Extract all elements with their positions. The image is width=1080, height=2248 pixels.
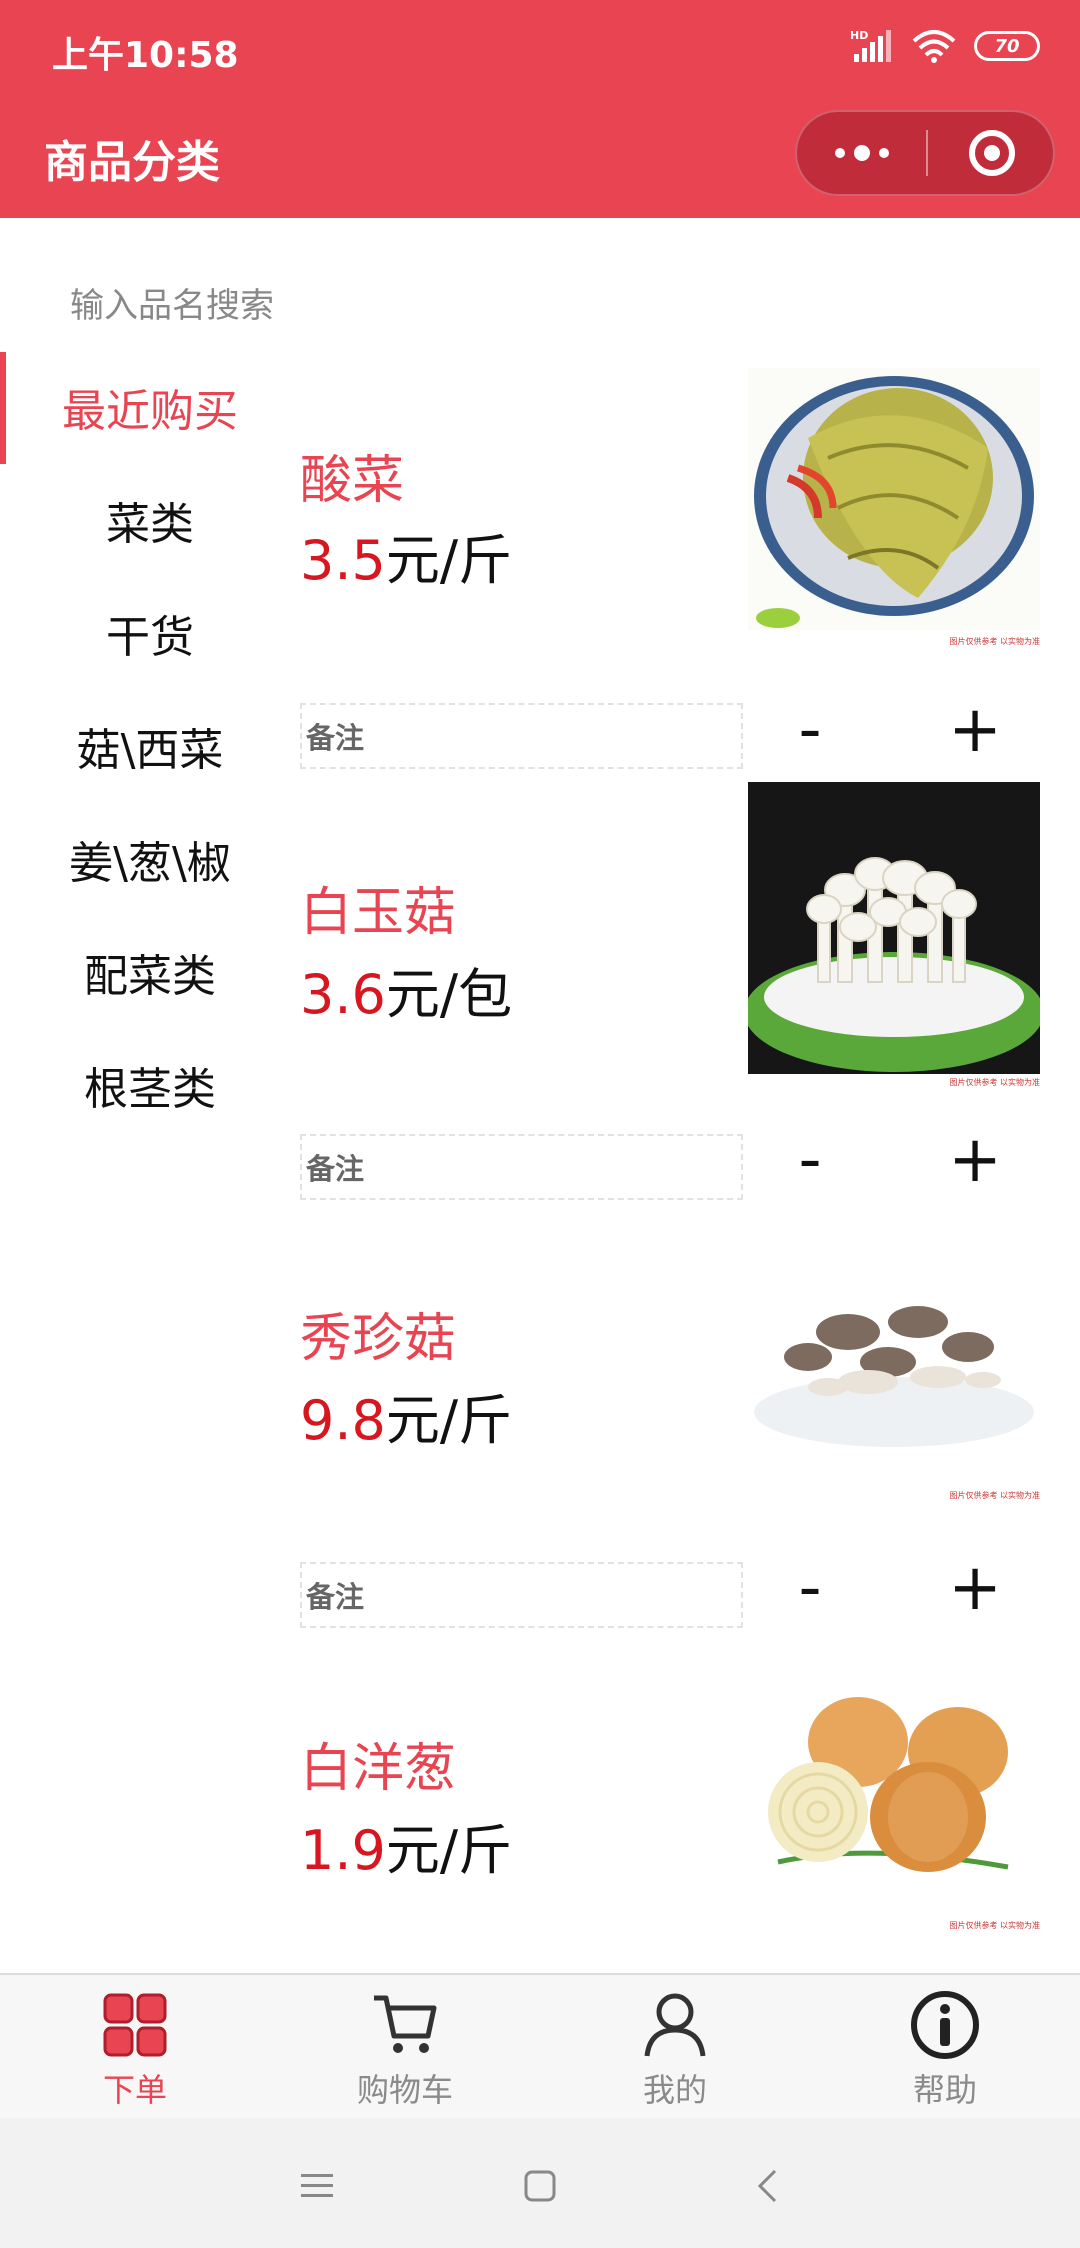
- price-value: 3.5: [300, 529, 386, 592]
- back-button[interactable]: [737, 2156, 797, 2216]
- product-item: 酸菜 3.5元/斤 图片仅供参考 以实物为准 备注 - +: [300, 368, 1080, 798]
- remark-input[interactable]: 备注: [300, 1562, 743, 1628]
- home-square-icon: [524, 2170, 556, 2202]
- price-value: 3.6: [300, 963, 386, 1026]
- remark-input[interactable]: 备注: [300, 1134, 743, 1200]
- tab-mine[interactable]: 我的: [540, 1975, 810, 2118]
- bottom-tab-bar: 下单 购物车 我的 帮助: [0, 1973, 1080, 2118]
- product-image[interactable]: [748, 368, 1040, 630]
- price-unit: 元/斤: [385, 1819, 513, 1882]
- tab-label: 我的: [642, 2071, 707, 2109]
- sidebar-item-recent[interactable]: 最近购买: [0, 350, 300, 464]
- target-circle-icon: [968, 130, 1015, 176]
- status-icons: HD 70: [848, 28, 1040, 64]
- battery-indicator: 70: [974, 31, 1040, 61]
- product-image[interactable]: [748, 1262, 1040, 1452]
- price-unit: 元/包: [385, 963, 513, 1026]
- product-item: 白玉菇 3.6元/包 图片仅供参考 以实物为准 备注 - +: [300, 782, 1080, 1212]
- back-chevron-icon: [757, 2169, 777, 2203]
- remark-input[interactable]: 备注: [300, 703, 743, 769]
- tab-label: 购物车: [356, 2071, 453, 2109]
- menu-icon: [301, 2174, 333, 2197]
- product-price: 9.8元/斤: [300, 1376, 512, 1455]
- product-image[interactable]: [748, 1692, 1040, 1882]
- price-value: 9.8: [300, 1389, 386, 1452]
- product-price: 3.6元/包: [300, 950, 512, 1029]
- white-mushroom-image: [748, 782, 1040, 1074]
- price-unit: 元/斤: [385, 529, 513, 592]
- increase-quantity-button[interactable]: +: [935, 1120, 1015, 1200]
- oyster-mushroom-image: [748, 1262, 1040, 1452]
- sidebar-item-ginger-onion-pepper[interactable]: 姜\葱\椒: [0, 802, 300, 915]
- image-caption: 图片仅供参考 以实物为准: [949, 1078, 1040, 1087]
- price-unit: 元/斤: [385, 1389, 513, 1452]
- info-icon: [909, 1989, 981, 2061]
- search-input[interactable]: 输入品名搜索: [70, 278, 274, 327]
- home-button[interactable]: [510, 2156, 570, 2216]
- product-price: 3.5元/斤: [300, 516, 512, 595]
- sidebar-item-dry-goods[interactable]: 干货: [0, 576, 300, 689]
- sidebar-item-root-vegetables[interactable]: 根茎类: [0, 1028, 300, 1141]
- sidebar-item-side-dishes[interactable]: 配菜类: [0, 915, 300, 1028]
- tab-label: 下单: [102, 2071, 167, 2109]
- image-caption: 图片仅供参考 以实物为准: [949, 637, 1040, 646]
- network-type-label: HD: [850, 29, 868, 42]
- decrease-quantity-button[interactable]: -: [770, 690, 850, 770]
- signal-icon: HD: [850, 29, 891, 62]
- grid-icon: [99, 1989, 171, 2061]
- wifi-icon: [912, 30, 956, 63]
- product-image[interactable]: [748, 782, 1040, 1074]
- image-caption: 图片仅供参考 以实物为准: [949, 1491, 1040, 1500]
- status-time: 上午10:58: [52, 35, 239, 76]
- product-item: 秀珍菇 9.8元/斤 图片仅供参考 以实物为准 备注 - +: [300, 1212, 1080, 1642]
- white-onion-image: [748, 1692, 1040, 1882]
- mini-program-capsule: [795, 110, 1055, 196]
- product-name: 酸菜: [300, 451, 405, 511]
- increase-quantity-button[interactable]: +: [935, 1548, 1015, 1628]
- sidebar-item-vegetables[interactable]: 菜类: [0, 463, 300, 576]
- cart-icon: [369, 1989, 441, 2061]
- increase-quantity-button[interactable]: +: [935, 690, 1015, 770]
- menu-button[interactable]: [287, 2156, 347, 2216]
- product-price: 1.9元/斤: [300, 1806, 512, 1885]
- tab-help[interactable]: 帮助: [810, 1975, 1080, 2118]
- product-name: 白洋葱: [300, 1739, 457, 1799]
- more-dots-icon: [835, 145, 889, 161]
- product-name: 白玉菇: [300, 883, 457, 943]
- tab-cart[interactable]: 购物车: [270, 1975, 540, 2118]
- tab-label: 帮助: [912, 2071, 977, 2109]
- decrease-quantity-button[interactable]: -: [770, 1120, 850, 1200]
- pickled-cabbage-image: [748, 368, 1040, 630]
- user-icon: [639, 1989, 711, 2061]
- product-name: 秀珍菇: [300, 1309, 457, 1369]
- price-value: 1.9: [300, 1819, 386, 1882]
- more-button[interactable]: [797, 112, 927, 194]
- decrease-quantity-button[interactable]: -: [770, 1548, 850, 1628]
- tab-order[interactable]: 下单: [0, 1975, 270, 2118]
- category-sidebar: 最近购买 菜类 干货 菇\西菜 姜\葱\椒 配菜类 根茎类: [0, 350, 300, 1141]
- page-title: 商品分类: [44, 137, 220, 188]
- image-caption: 图片仅供参考 以实物为准: [949, 1921, 1040, 1930]
- close-mini-program-button[interactable]: [928, 112, 1055, 194]
- system-navigation-bar: [0, 2118, 1080, 2248]
- sidebar-item-mushrooms[interactable]: 菇\西菜: [0, 689, 300, 802]
- header-bar: 上午10:58 HD 70 商品分类: [0, 0, 1080, 218]
